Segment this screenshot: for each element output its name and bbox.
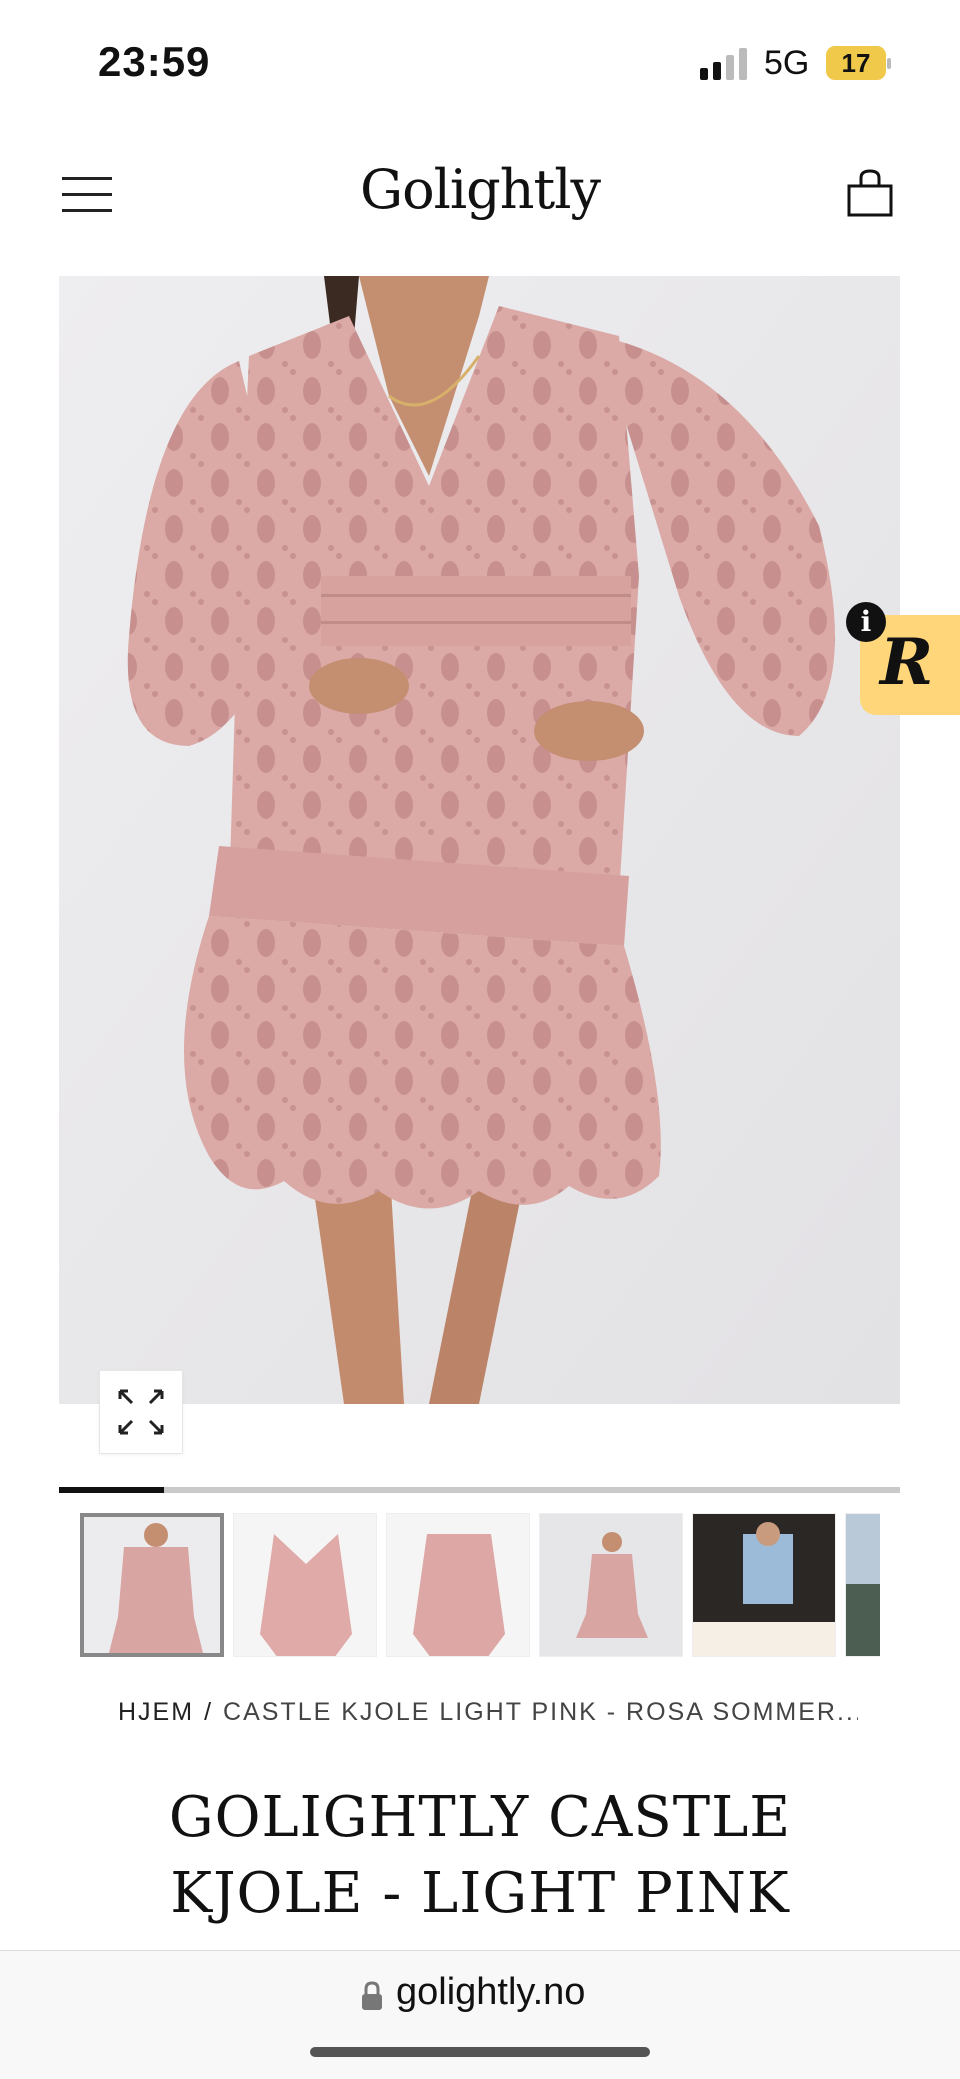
- shopping-bag-icon[interactable]: [846, 168, 894, 218]
- thumbnail-3[interactable]: [386, 1513, 530, 1657]
- thumbnail-5[interactable]: [692, 1513, 836, 1657]
- thumbnail-4[interactable]: [539, 1513, 683, 1657]
- cellular-signal-icon: [700, 48, 747, 80]
- product-title-line-2: KJOLE - LIGHT PINK: [170, 1861, 790, 1926]
- battery-icon: 17: [826, 46, 891, 80]
- gallery-progress-bar: [59, 1487, 900, 1493]
- product-title-line-1: GOLIGHTLY CASTLE: [168, 1785, 792, 1850]
- expand-image-button[interactable]: [99, 1370, 183, 1454]
- thumbnail-6[interactable]: [845, 1513, 880, 1657]
- network-type: 5G: [764, 44, 810, 82]
- thumbnail-strip[interactable]: [80, 1513, 880, 1659]
- browser-address-bar[interactable]: golightly.no: [0, 1950, 960, 2079]
- breadcrumb: HJEM / CASTLE KJOLE LIGHT PINK - ROSA SOMM…: [118, 1698, 858, 1727]
- thumbnail-1[interactable]: [80, 1513, 224, 1657]
- breadcrumb-home-link[interactable]: HJEM: [118, 1698, 194, 1726]
- product-image[interactable]: [59, 276, 900, 1404]
- expand-icon: [118, 1389, 164, 1435]
- browser-url[interactable]: golightly.no: [396, 1971, 585, 2014]
- gallery-progress-fill: [59, 1487, 165, 1493]
- status-bar: 23:59 5G 17: [0, 0, 960, 120]
- thumbnail-2[interactable]: [233, 1513, 377, 1657]
- info-icon[interactable]: i: [846, 602, 886, 642]
- site-logo[interactable]: Golightly: [0, 158, 960, 221]
- lock-icon: [362, 1981, 382, 2010]
- status-time: 23:59: [98, 38, 211, 85]
- product-title: GOLIGHTLY CASTLE KJOLE - LIGHT PINK: [0, 1780, 960, 1932]
- dress-photo: [59, 276, 900, 1404]
- site-header: Golightly: [0, 130, 960, 260]
- battery-level: 17: [841, 48, 871, 78]
- breadcrumb-current: CASTLE KJOLE LIGHT PINK - ROSA SOMMER...: [223, 1698, 858, 1726]
- breadcrumb-separator: /: [204, 1698, 214, 1726]
- reviews-logo-icon: R: [880, 625, 934, 700]
- home-indicator[interactable]: [310, 2047, 650, 2057]
